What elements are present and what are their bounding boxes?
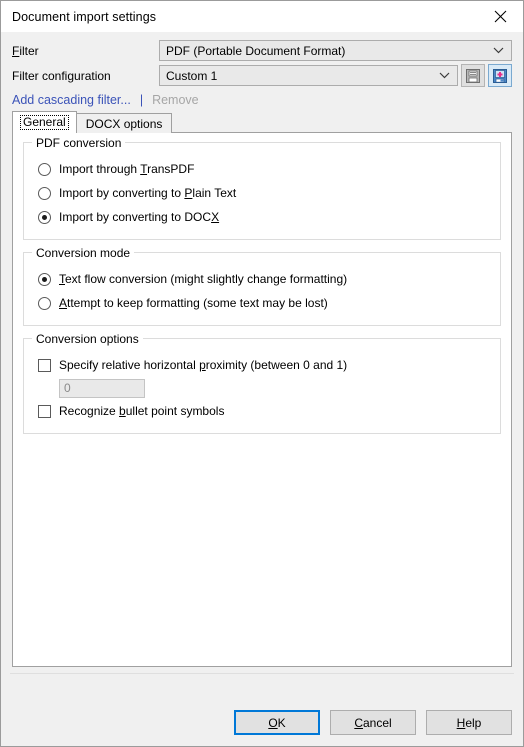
tab-strip: General DOCX options: [1, 111, 523, 133]
cancel-button-accel: C: [354, 715, 363, 730]
checkbox-bullets-accel: b: [119, 404, 126, 418]
filter-combobox[interactable]: PDF (Portable Document Format): [159, 40, 512, 61]
conversion-mode-group: Conversion mode Text flow conversion (mi…: [23, 246, 501, 326]
radio-import-docx[interactable]: Import by converting to DOCX: [24, 205, 500, 229]
radio-text-flow-conversion[interactable]: Text flow conversion (might slightly cha…: [24, 267, 500, 291]
pdf-conversion-group-title: PDF conversion: [32, 136, 126, 150]
radio-indicator: [38, 186, 51, 200]
document-import-settings-dialog: Document import settings Filter PDF (Por…: [0, 0, 524, 747]
conversion-mode-group-title: Conversion mode: [32, 246, 135, 260]
checkbox-specify-horizontal-proximity[interactable]: Specify relative horizontal proximity (b…: [24, 353, 500, 377]
radio-indicator: [38, 162, 51, 176]
checkbox-indicator: [38, 404, 51, 418]
radio-import-transpdf-label-mid: h: [130, 162, 141, 176]
checkbox-proximity-label-pre: Specify relative horizontal: [59, 358, 200, 372]
conversion-options-group: Conversion options Specify relative hori…: [23, 332, 501, 434]
checkbox-bullets-label-pre: Recognize: [59, 404, 120, 418]
tab-docx-options-label: DOCX options: [85, 116, 163, 131]
filter-combobox-value: PDF (Portable Document Format): [166, 43, 346, 58]
filter-configuration-combobox[interactable]: Custom 1: [159, 65, 458, 86]
filter-configuration-label: Filter configuration: [12, 68, 111, 83]
tab-general[interactable]: General: [12, 111, 77, 133]
close-button[interactable]: [478, 1, 523, 32]
footer-divider: [10, 673, 514, 674]
radio-indicator: [38, 210, 51, 224]
radio-import-transpdf-label-post: ransPDF: [147, 162, 195, 176]
general-tab-panel: PDF conversion Import through TransPDF I…: [12, 132, 512, 667]
radio-import-through-transpdf[interactable]: Import through TransPDF: [24, 157, 500, 181]
remove-filter-link: Remove: [152, 92, 199, 107]
ok-button[interactable]: OK: [234, 710, 320, 735]
save-as-new-filter-configuration-button[interactable]: [488, 64, 512, 87]
close-icon: [494, 10, 507, 23]
chevron-down-icon: [439, 66, 450, 85]
ok-button-label: K: [277, 715, 286, 730]
radio-import-transpdf-label-pre: Import throu: [59, 162, 124, 176]
radio-keep-formatting-accel: A: [59, 296, 68, 310]
checkbox-indicator: [38, 358, 51, 372]
radio-indicator: [38, 272, 51, 286]
save-as-new-floppy-icon: [493, 68, 507, 83]
help-button[interactable]: Help: [426, 710, 512, 735]
link-separator: |: [139, 92, 144, 107]
checkbox-recognize-bullet-points[interactable]: Recognize bullet point symbols: [24, 399, 500, 423]
save-filter-configuration-button[interactable]: [461, 64, 485, 87]
conversion-mode-group-body: Text flow conversion (might slightly cha…: [24, 253, 500, 325]
filter-form-area: Filter PDF (Portable Document Format) Fi…: [1, 32, 523, 111]
radio-text-flow-label: ext flow conversion (might slightly chan…: [65, 272, 348, 286]
radio-keep-formatting-label: ttempt to keep formatting (some text may…: [67, 296, 328, 310]
save-floppy-icon: [466, 68, 480, 83]
checkbox-proximity-accel: p: [199, 358, 206, 372]
checkbox-bullets-label-post: ullet point symbols: [125, 404, 225, 418]
help-button-label: elp: [465, 715, 482, 730]
dialog-footer: OK Cancel Help: [1, 668, 523, 746]
chevron-down-icon: [493, 41, 504, 60]
tab-docx-options[interactable]: DOCX options: [75, 113, 173, 133]
cancel-button-label: ancel: [362, 715, 392, 730]
title-bar: Document import settings: [1, 1, 523, 32]
proximity-value-row: 0: [24, 377, 500, 399]
ok-button-accel: O: [268, 715, 278, 730]
dialog-button-bar: OK Cancel Help: [234, 710, 512, 735]
filter-label: Filter: [12, 44, 159, 58]
window-title: Document import settings: [12, 9, 157, 24]
radio-indicator: [38, 296, 51, 310]
radio-import-plain-text[interactable]: Import by converting to Plain Text: [24, 181, 500, 205]
cancel-button[interactable]: Cancel: [330, 710, 416, 735]
radio-import-plain-text-label-pre: Import by converting to: [59, 186, 185, 200]
tab-general-label: General: [20, 115, 69, 130]
pdf-conversion-group: PDF conversion Import through TransPDF I…: [23, 136, 501, 240]
pdf-conversion-group-body: Import through TransPDF Import by conver…: [24, 143, 500, 239]
checkbox-proximity-label-post: roximity (between 0 and 1): [205, 358, 348, 372]
radio-import-docx-accel: X: [211, 210, 220, 224]
radio-import-docx-label-pre: Import by converting to DOC: [59, 210, 212, 224]
proximity-value-input[interactable]: 0: [59, 378, 145, 398]
add-cascading-filter-link[interactable]: Add cascading filter...: [12, 93, 131, 107]
conversion-options-group-title: Conversion options: [32, 332, 143, 346]
filter-configuration-row: Filter configuration Custom 1: [12, 64, 512, 87]
radio-import-plain-text-label-post: lain Text: [192, 186, 237, 200]
filter-row: Filter PDF (Portable Document Format): [12, 40, 512, 61]
filter-label-text: ilter: [19, 43, 39, 58]
radio-keep-formatting[interactable]: Attempt to keep formatting (some text ma…: [24, 291, 500, 315]
conversion-options-group-body: Specify relative horizontal proximity (b…: [24, 339, 500, 433]
cascading-filter-links: Add cascading filter... | Remove: [12, 90, 512, 109]
filter-configuration-value: Custom 1: [166, 68, 218, 83]
